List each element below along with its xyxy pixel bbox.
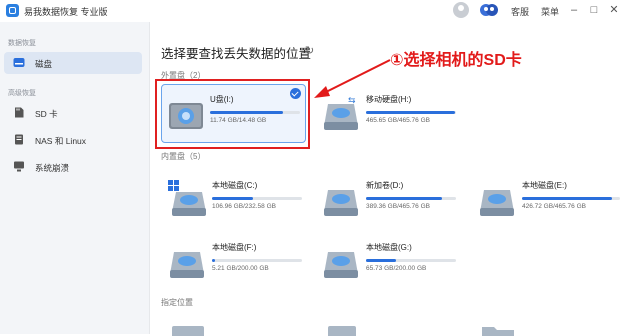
drive-size: 389.36 GB/465.76 GB bbox=[366, 203, 430, 210]
drive-name: 本地磁盘(E:) bbox=[522, 181, 567, 190]
app-title: 易我数据恢复 专业版 bbox=[24, 7, 108, 17]
drive-name: 新加卷(D:) bbox=[366, 181, 404, 190]
sidebar-item-label: 系统崩溃 bbox=[35, 163, 70, 173]
menu-button[interactable]: 菜单 bbox=[541, 5, 559, 18]
drive-usage-bar bbox=[366, 259, 456, 262]
sidebar-section-title: 高级恢复 bbox=[8, 90, 36, 97]
drive-card-g[interactable]: 本地磁盘(G:) 65.73 GB/200.00 GB bbox=[322, 240, 462, 286]
hdd-icon bbox=[170, 252, 204, 278]
drive-size: 5.21 GB/200.00 GB bbox=[212, 265, 269, 272]
system-crash-icon bbox=[14, 161, 24, 172]
vip-badge-icon[interactable] bbox=[478, 1, 500, 19]
hdd-icon bbox=[324, 190, 358, 216]
drive-card-e[interactable]: 本地磁盘(E:) 426.72 GB/465.76 GB bbox=[478, 178, 620, 224]
drive-card-d[interactable]: 新加卷(D:) 389.36 GB/465.76 GB bbox=[322, 178, 462, 224]
sidebar-section-title: 数据恢复 bbox=[8, 40, 36, 47]
drive-card-u[interactable]: U盘(I:) 11.74 GB/14.48 GB bbox=[166, 92, 306, 138]
drive-name: 本地磁盘(F:) bbox=[212, 243, 257, 252]
drive-name: 本地磁盘(G:) bbox=[366, 243, 412, 252]
system-drive-icon bbox=[168, 180, 206, 216]
drive-size: 106.96 GB/232.58 GB bbox=[212, 203, 276, 210]
drive-card-c[interactable]: 本地磁盘(C:) 106.96 GB/232.58 GB bbox=[168, 178, 308, 224]
drive-name: 本地磁盘(C:) bbox=[212, 181, 258, 190]
hdd-icon bbox=[480, 190, 514, 216]
close-icon[interactable]: ✕ bbox=[606, 2, 622, 18]
drive-icon bbox=[13, 58, 25, 67]
annotation-label: ①选择相机的SD卡 bbox=[390, 52, 522, 69]
drive-usage-bar bbox=[212, 197, 302, 200]
sidebar-item-label: NAS 和 Linux bbox=[35, 136, 87, 146]
page-title: 选择要查找丢失数据的位置 bbox=[161, 47, 312, 61]
drive-card-f[interactable]: 本地磁盘(F:) 5.21 GB/200.00 GB bbox=[168, 240, 308, 286]
sidebar: 数据恢复 磁盘 高级恢复 SD 卡 NAS 和 Linux 系统崩溃 bbox=[0, 22, 150, 334]
sidebar-item-nas[interactable]: NAS 和 Linux bbox=[4, 129, 142, 151]
drive-usage-bar bbox=[366, 111, 456, 114]
user-avatar-icon[interactable] bbox=[453, 2, 469, 18]
internal-drives-title: 内置盘（5） bbox=[161, 152, 206, 161]
drive-name: U盘(I:) bbox=[210, 95, 234, 104]
sidebar-item-system-crash[interactable]: 系统崩溃 bbox=[4, 156, 142, 178]
hdd-icon bbox=[324, 252, 358, 278]
drive-usage-bar bbox=[366, 197, 456, 200]
location-section-title: 指定位置 bbox=[161, 298, 193, 307]
app-logo-icon bbox=[6, 4, 19, 17]
minimize-icon[interactable]: – bbox=[566, 2, 582, 18]
maximize-icon[interactable]: □ bbox=[586, 2, 602, 18]
drive-name: 移动硬盘(H:) bbox=[366, 95, 412, 104]
svg-text:⇆: ⇆ bbox=[348, 95, 356, 105]
drive-usage-bar bbox=[522, 197, 620, 200]
sidebar-item-disk[interactable]: 磁盘 bbox=[4, 52, 142, 74]
external-hdd-icon: ⇆ bbox=[324, 95, 358, 130]
usb-drive-icon bbox=[169, 103, 203, 129]
drive-usage-bar bbox=[210, 111, 300, 114]
sidebar-item-label: 磁盘 bbox=[35, 59, 53, 69]
customer-service-button[interactable]: 客服 bbox=[511, 5, 529, 18]
sidebar-item-label: SD 卡 bbox=[35, 109, 58, 119]
drive-size: 426.72 GB/465.76 GB bbox=[522, 203, 586, 210]
nas-icon bbox=[15, 134, 23, 145]
drive-size: 465.65 GB/465.76 GB bbox=[366, 117, 430, 124]
sd-card-icon bbox=[15, 107, 24, 118]
drive-size: 11.74 GB/14.48 GB bbox=[210, 117, 267, 124]
sidebar-item-sd-card[interactable]: SD 卡 bbox=[4, 102, 142, 124]
title-bar: 易我数据恢复 专业版 客服 菜单 – □ ✕ bbox=[0, 0, 627, 22]
drive-usage-bar bbox=[212, 259, 302, 262]
drive-size: 65.73 GB/200.00 GB bbox=[366, 265, 427, 272]
drive-card-h[interactable]: ⇆ 移动硬盘(H:) 465.65 GB/465.76 GB bbox=[322, 92, 462, 138]
